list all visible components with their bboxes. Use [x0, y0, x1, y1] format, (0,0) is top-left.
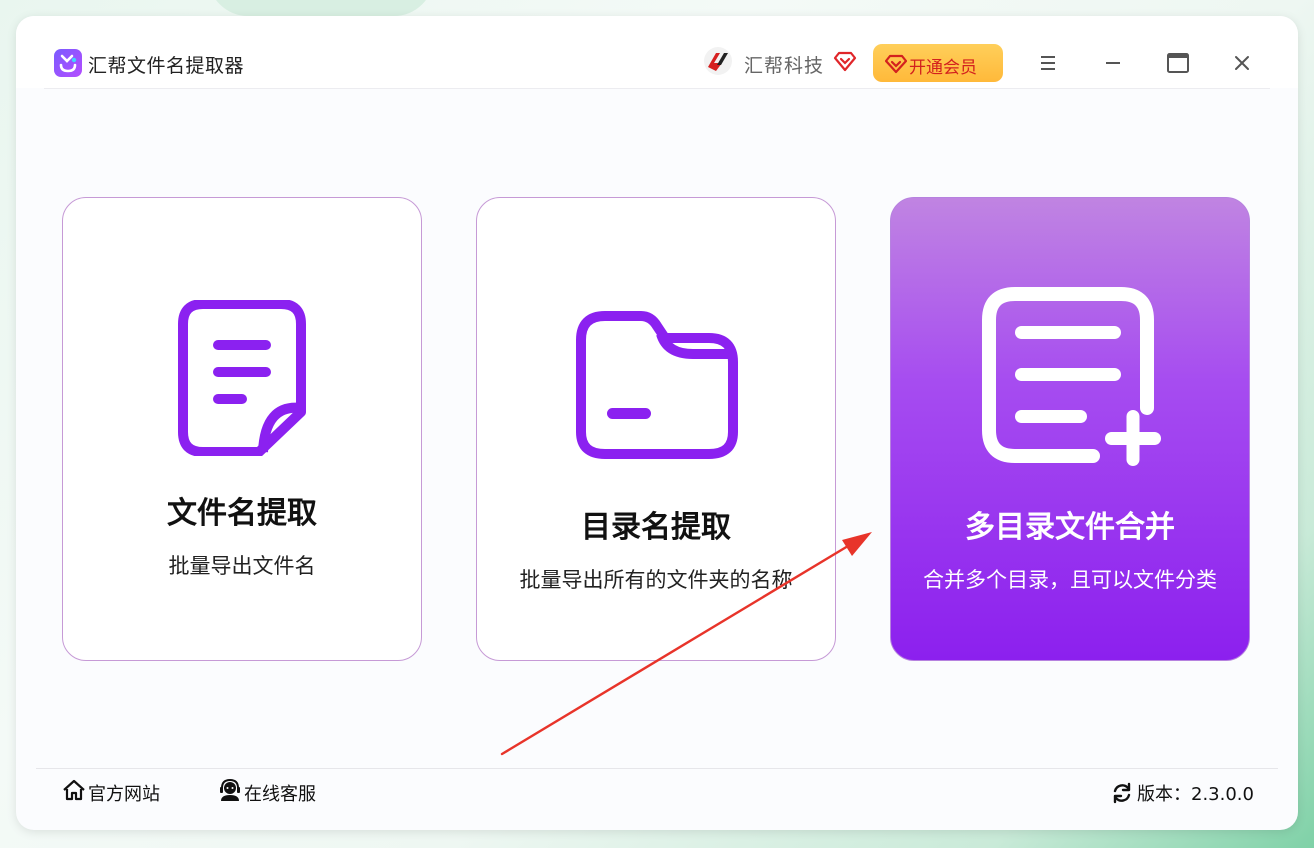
online-support-label: 在线客服 — [244, 784, 316, 805]
folder-icon — [576, 311, 738, 459]
footer-divider — [36, 768, 1278, 769]
official-website-label: 官方网站 — [88, 784, 160, 805]
vip-button-label: 开通会员 — [909, 58, 977, 78]
card-folder-extract[interactable]: 目录名提取 批量导出所有的文件夹的名称 — [476, 197, 836, 661]
support-agent-icon — [220, 778, 240, 801]
card-title: 文件名提取 — [167, 496, 317, 531]
card-subtitle: 批量导出文件名 — [168, 554, 316, 578]
maximize-icon[interactable] — [1164, 50, 1192, 76]
refresh-icon — [1113, 782, 1131, 804]
app-window: 汇帮文件名提取器 汇帮科技 开通会员 文件名提取 批量导出文件名 目录名提取 批… — [16, 16, 1298, 830]
close-icon[interactable] — [1228, 50, 1256, 76]
card-title: 多目录文件合并 — [965, 510, 1175, 545]
brand-logo-icon — [704, 47, 732, 75]
card-subtitle: 批量导出所有的文件夹的名称 — [519, 568, 793, 592]
card-title: 目录名提取 — [581, 510, 731, 545]
minimize-icon[interactable] — [1099, 50, 1127, 76]
menu-icon[interactable] — [1034, 50, 1062, 76]
home-icon — [63, 779, 85, 801]
app-logo-icon — [54, 49, 82, 77]
vip-button[interactable]: 开通会员 — [873, 44, 1003, 82]
title-divider — [44, 88, 1270, 89]
file-icon — [178, 300, 306, 456]
brand-name: 汇帮科技 — [744, 55, 825, 77]
background-decoration — [208, 0, 434, 16]
vip-diamond-icon — [833, 51, 857, 72]
card-subtitle: 合并多个目录，且可以文件分类 — [923, 568, 1217, 592]
card-filename-extract[interactable]: 文件名提取 批量导出文件名 — [62, 197, 422, 661]
vip-diamond-icon — [885, 54, 907, 74]
card-multi-dir-merge[interactable]: 多目录文件合并 合并多个目录，且可以文件分类 — [890, 197, 1250, 661]
app-title: 汇帮文件名提取器 — [88, 55, 245, 77]
title-bar: 汇帮文件名提取器 汇帮科技 开通会员 — [16, 16, 1298, 88]
version-label: 版本：2.3.0.0 — [1137, 784, 1254, 805]
list-add-icon — [982, 287, 1161, 466]
